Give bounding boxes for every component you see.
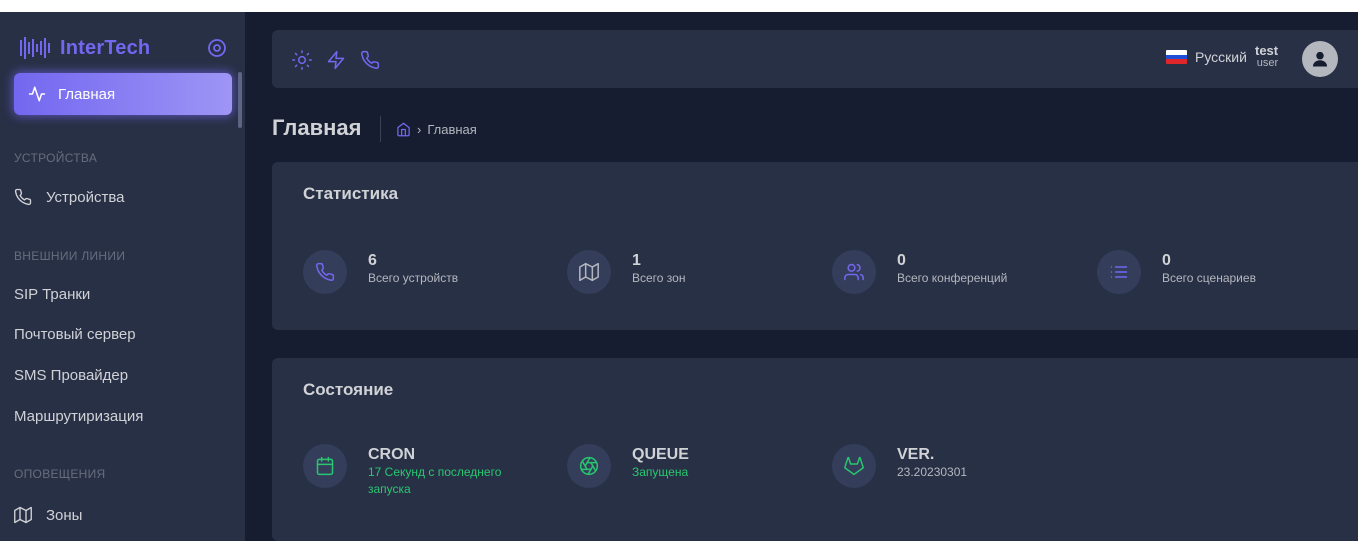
stat-value: 0 xyxy=(897,252,906,269)
sidebar-item-label: Устройства xyxy=(46,188,125,206)
stat-value: CRON xyxy=(368,446,416,463)
stat-conferences: 0 Всего конференций xyxy=(832,250,1007,294)
sidebar-item-devices[interactable]: Устройства xyxy=(14,188,124,206)
stat-zones: 1 Всего зон xyxy=(567,250,685,294)
gitlab-icon xyxy=(844,456,864,476)
home-icon[interactable] xyxy=(396,122,411,137)
zap-icon[interactable] xyxy=(326,50,346,70)
sun-icon[interactable] xyxy=(292,50,312,70)
brand-name: InterTech xyxy=(60,36,151,59)
stat-icon-circle xyxy=(1097,250,1141,294)
status-queue: QUEUE Запущена xyxy=(567,444,689,488)
activity-icon xyxy=(28,86,46,102)
calendar-icon xyxy=(316,456,334,476)
status-cron: CRON 17 Секунд с последнего запуска xyxy=(303,444,518,498)
stat-scenarios: 0 Всего сценариев xyxy=(1097,250,1256,294)
stat-label: 17 Секунд с последнего запуска xyxy=(368,465,502,496)
stat-icon-circle xyxy=(303,444,347,488)
stat-devices: 6 Всего устройств xyxy=(303,250,458,294)
statistics-card: Статистика 6 Всего устройств 1 Всего зон xyxy=(272,162,1358,330)
status-card: Состояние CRON 17 Секунд с последнего за… xyxy=(272,358,1358,541)
topbar: Русский test user xyxy=(272,30,1358,88)
sidebar: InterTech Главная УСТРОЙСТВА Устройства … xyxy=(0,12,245,541)
avatar[interactable] xyxy=(1302,41,1338,77)
sidebar-item-sip-trunks[interactable]: SIP Транки xyxy=(14,286,90,303)
phone-icon xyxy=(14,188,32,206)
page-title: Главная xyxy=(272,115,362,140)
user-icon xyxy=(1312,51,1328,67)
language-selector[interactable]: Русский xyxy=(1166,49,1247,65)
stat-icon-circle xyxy=(832,250,876,294)
stat-value: 6 xyxy=(368,252,377,269)
phone-icon[interactable] xyxy=(360,50,380,70)
brand[interactable]: InterTech xyxy=(20,34,150,62)
sidebar-scrollbar[interactable] xyxy=(238,72,242,128)
sidebar-item-label: SMS Провайдер xyxy=(14,367,129,384)
breadcrumb-current: Главная xyxy=(427,122,477,137)
language-label: Русский xyxy=(1195,49,1247,65)
russia-flag-icon xyxy=(1166,50,1187,64)
map-icon xyxy=(14,506,32,524)
user-name: test xyxy=(1255,43,1279,58)
nav-header-devices: УСТРОЙСТВА xyxy=(14,151,98,165)
sidebar-item-label: Главная xyxy=(58,85,116,103)
sidebar-item-label: Зоны xyxy=(46,506,83,524)
breadcrumb-divider xyxy=(380,116,381,142)
list-icon xyxy=(1110,266,1128,278)
sidebar-item-label: SIP Транки xyxy=(14,286,91,303)
sidebar-item-label: Почтовый сервер xyxy=(14,326,136,343)
sidebar-item-label: Маршрутиризация xyxy=(14,408,144,425)
sidebar-item-zones[interactable]: Зоны xyxy=(14,506,82,524)
statistics-title: Статистика xyxy=(303,184,399,203)
sidebar-item-mail-server[interactable]: Почтовый сервер xyxy=(14,326,136,343)
stat-label: Запущена xyxy=(632,465,689,479)
stat-value: 1 xyxy=(632,252,641,269)
app-shell: InterTech Главная УСТРОЙСТВА Устройства … xyxy=(0,12,1358,541)
stat-value: VER. xyxy=(897,446,935,463)
stat-label: Всего устройств xyxy=(368,271,459,285)
stat-value: QUEUE xyxy=(632,446,689,463)
nav-header-alerts: ОПОВЕЩЕНИЯ xyxy=(14,467,106,481)
nav-header-external-lines: ВНЕШНИИ ЛИНИИ xyxy=(14,249,126,263)
sidebar-item-home[interactable]: Главная xyxy=(14,73,232,115)
stat-icon-circle xyxy=(832,444,876,488)
status-title: Состояние xyxy=(303,380,394,399)
users-icon xyxy=(844,263,864,281)
collapse-sidebar-icon[interactable] xyxy=(207,38,227,58)
sidebar-item-sms-provider[interactable]: SMS Провайдер xyxy=(14,367,128,384)
stat-label: Всего зон xyxy=(632,271,686,285)
brand-logo-icon xyxy=(20,37,50,59)
stat-label: Всего сценариев xyxy=(1162,271,1256,285)
aperture-icon xyxy=(579,456,599,476)
stat-label: Всего конференций xyxy=(897,271,1008,285)
map-icon xyxy=(579,262,599,282)
phone-icon xyxy=(316,262,335,281)
stat-label: 23.20230301 xyxy=(897,465,968,479)
topbar-icons xyxy=(292,50,380,70)
user-info[interactable]: test user xyxy=(1255,44,1278,70)
user-role: user xyxy=(1256,57,1279,69)
stat-icon-circle xyxy=(567,444,611,488)
sidebar-item-routing[interactable]: Маршрутиризация xyxy=(14,408,143,425)
stat-value: 0 xyxy=(1162,252,1171,269)
chevron-right-icon: › xyxy=(417,122,422,137)
stat-icon-circle xyxy=(567,250,611,294)
stat-icon-circle xyxy=(303,250,347,294)
status-version: VER. 23.20230301 xyxy=(832,444,967,488)
breadcrumb: › Главная xyxy=(396,122,477,137)
